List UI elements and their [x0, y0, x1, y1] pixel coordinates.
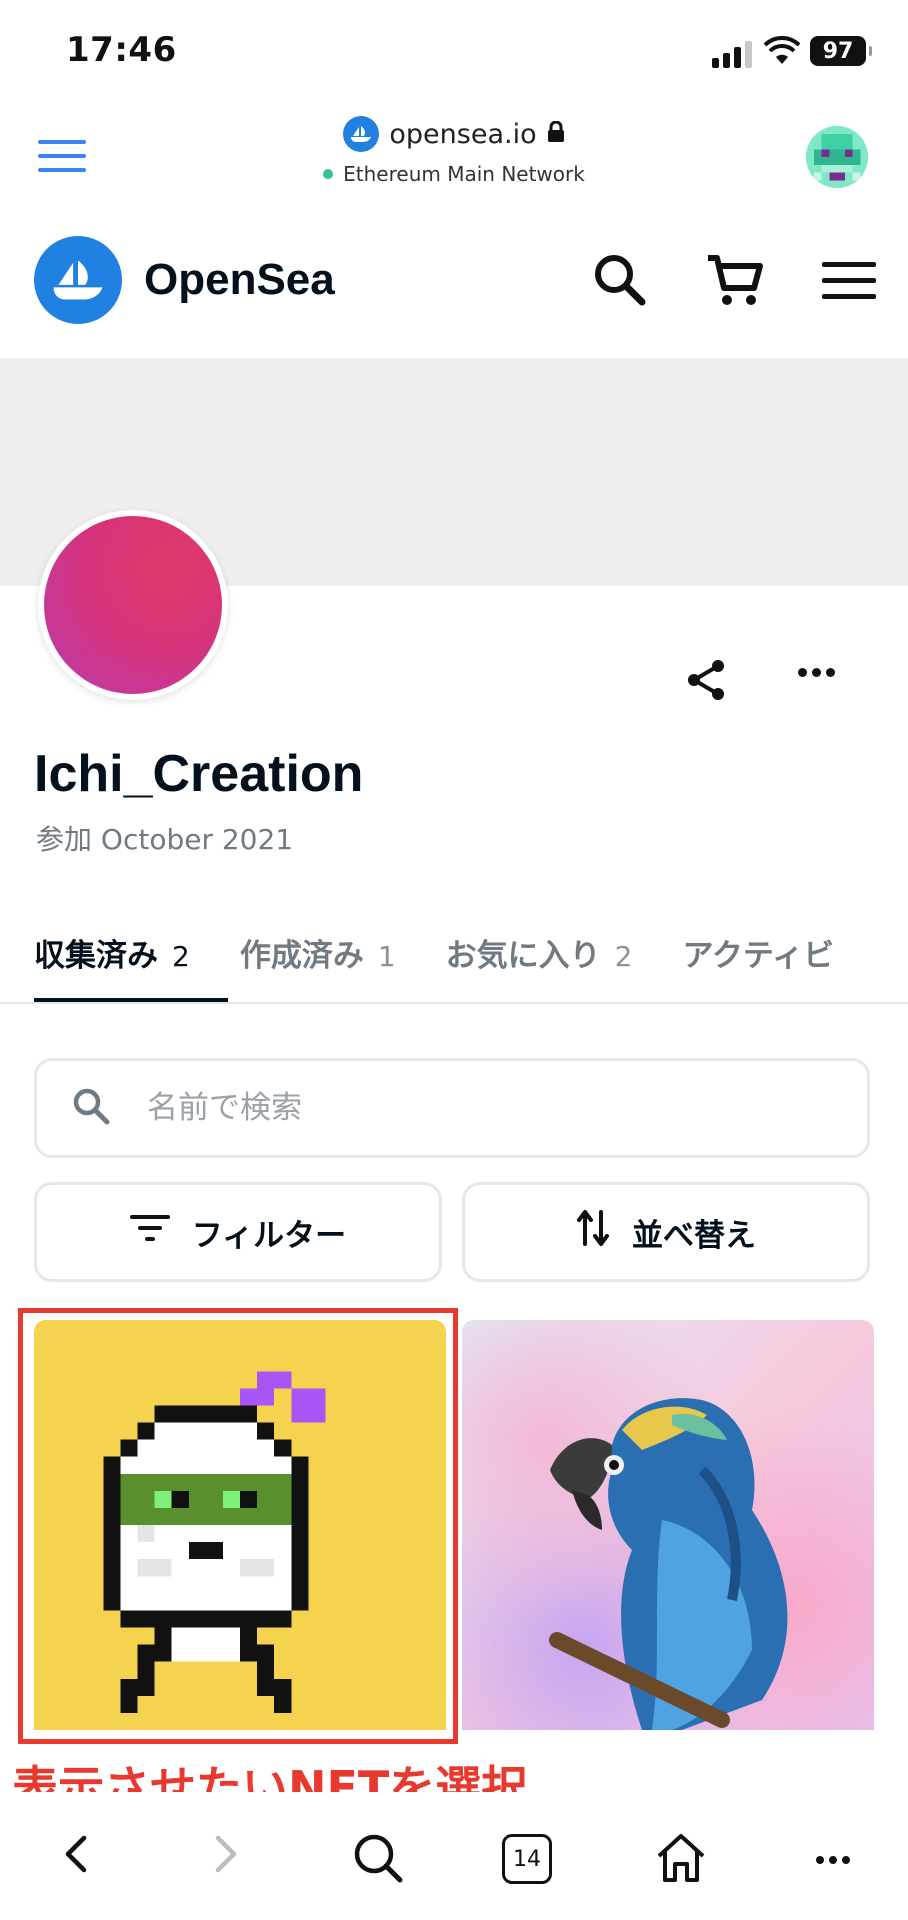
filter-button[interactable]: フィルター — [34, 1182, 442, 1282]
home-icon[interactable] — [654, 1832, 708, 1888]
profile-tabs: 収集済み 2 作成済み 1 お気に入り 2 アクティビ — [34, 930, 834, 975]
selection-highlight-box — [18, 1308, 458, 1744]
search-icon[interactable] — [352, 1832, 404, 1888]
search-input[interactable] — [145, 1089, 749, 1127]
nft-image-parrot — [549, 1398, 788, 1730]
url-domain: opensea.io — [389, 118, 537, 150]
share-icon[interactable] — [684, 658, 728, 706]
opensea-logo-link[interactable]: OpenSea — [34, 236, 335, 324]
more-options-icon[interactable] — [816, 1856, 850, 1864]
wifi-icon — [763, 35, 801, 70]
search-icon — [71, 1086, 111, 1130]
search-icon[interactable] — [592, 252, 648, 312]
tabs-divider — [0, 1002, 908, 1004]
tab-favorited[interactable]: お気に入り 2 — [446, 930, 633, 975]
site-menu-icon[interactable] — [822, 262, 876, 310]
profile-joined-date: 参加 October 2021 — [36, 823, 294, 856]
profile-avatar — [38, 510, 228, 700]
battery-indicator: 97 — [810, 36, 872, 66]
tab-count: 1 — [377, 940, 396, 973]
tabs-count-label: 14 — [513, 1846, 541, 1872]
network-name: Ethereum Main Network — [343, 162, 585, 186]
browser-toolbar — [0, 1792, 908, 1920]
tab-count: 2 — [614, 940, 633, 973]
cellular-signal-icon — [712, 40, 752, 68]
tab-created[interactable]: 作成済み 1 — [240, 930, 396, 975]
more-options-icon[interactable] — [798, 668, 835, 677]
tab-label: 収集済み — [34, 938, 158, 974]
back-icon[interactable] — [62, 1832, 90, 1880]
nft-card-parrot[interactable] — [462, 1320, 874, 1730]
profile-username: Ichi_Creation — [34, 745, 364, 803]
search-items-field[interactable] — [34, 1058, 870, 1158]
tab-label: アクティビ — [682, 938, 835, 974]
filter-label: フィルター — [191, 1217, 347, 1254]
tabs-count-button[interactable]: 14 — [502, 1834, 552, 1884]
forward-icon[interactable] — [212, 1832, 240, 1880]
opensea-favicon-icon — [343, 116, 380, 152]
tab-count: 2 — [172, 940, 190, 973]
sort-button[interactable]: 並べ替え — [462, 1182, 870, 1282]
lock-icon — [547, 119, 565, 150]
opensea-logo-icon — [34, 236, 122, 324]
tab-collected[interactable]: 収集済み 2 — [34, 930, 190, 975]
sort-label: 並べ替え — [632, 1217, 756, 1254]
wallet-avatar[interactable] — [806, 126, 868, 188]
tab-activity[interactable]: アクティビ — [682, 930, 834, 975]
address-bar[interactable]: opensea.io Ethereum Main Network — [0, 116, 908, 186]
sort-icon — [576, 1208, 610, 1256]
status-time: 17:46 — [66, 30, 177, 70]
tab-label: 作成済み — [239, 938, 364, 974]
network-status-dot — [323, 169, 334, 179]
cart-icon[interactable] — [704, 250, 766, 316]
brand-name: OpenSea — [144, 255, 335, 304]
tab-label: お気に入り — [445, 938, 601, 974]
filter-icon — [129, 1213, 170, 1251]
